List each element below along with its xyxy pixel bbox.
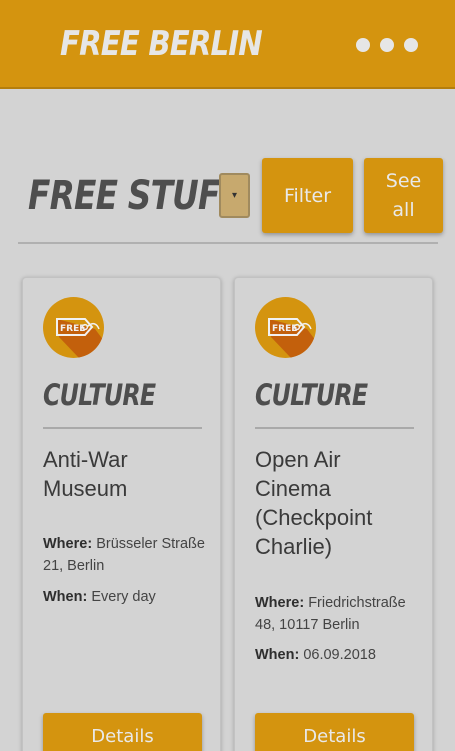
card-divider bbox=[43, 427, 202, 429]
card-category: CULTURE bbox=[255, 378, 368, 412]
top-bar: FREE BERLIN bbox=[0, 0, 455, 89]
when-label: When: bbox=[43, 589, 88, 605]
dot bbox=[404, 38, 418, 52]
card-divider bbox=[255, 427, 414, 429]
card-title: Open Air Cinema (Checkpoint Charlie) bbox=[255, 447, 373, 559]
free-ticket-icon: FREE bbox=[43, 297, 104, 358]
section-title: FREE STUFF bbox=[28, 173, 242, 219]
see-all-button[interactable]: See all bbox=[364, 158, 443, 233]
when-value: 06.09.2018 bbox=[303, 647, 376, 663]
where-info: Where: Brüsseler Straße 21, Berlin bbox=[43, 533, 213, 577]
details-button[interactable]: Details bbox=[255, 713, 414, 751]
filter-button[interactable]: Filter bbox=[262, 158, 353, 233]
badge-text: FREE bbox=[272, 324, 297, 334]
divider bbox=[18, 242, 438, 244]
free-ticket-icon: FREE bbox=[255, 297, 316, 358]
when-info: When: Every day bbox=[43, 586, 213, 608]
chevron-down-icon: ▾ bbox=[231, 190, 238, 201]
where-info: Where: Friedrichstraße 48, 10117 Berlin bbox=[255, 592, 425, 636]
dot bbox=[356, 38, 370, 52]
when-info: When: 06.09.2018 bbox=[255, 644, 425, 666]
when-value: Every day bbox=[91, 589, 156, 605]
when-label: When: bbox=[255, 647, 300, 663]
more-dots-icon[interactable] bbox=[356, 36, 418, 54]
brand-logo[interactable]: FREE BERLIN bbox=[60, 22, 263, 66]
card-category: CULTURE bbox=[43, 378, 156, 412]
badge-text: FREE bbox=[60, 324, 85, 334]
event-card: FREE CULTURE Open Air Cinema (Checkpoint… bbox=[234, 277, 433, 751]
dot bbox=[380, 38, 394, 52]
where-label: Where: bbox=[255, 595, 305, 611]
card-title: Anti-War Museum bbox=[43, 447, 128, 501]
event-card: FREE CULTURE Anti-War Museum Where: Brüs… bbox=[22, 277, 221, 751]
details-button[interactable]: Details bbox=[43, 713, 202, 751]
where-label: Where: bbox=[43, 536, 93, 552]
category-select[interactable]: ▾ bbox=[219, 173, 250, 218]
